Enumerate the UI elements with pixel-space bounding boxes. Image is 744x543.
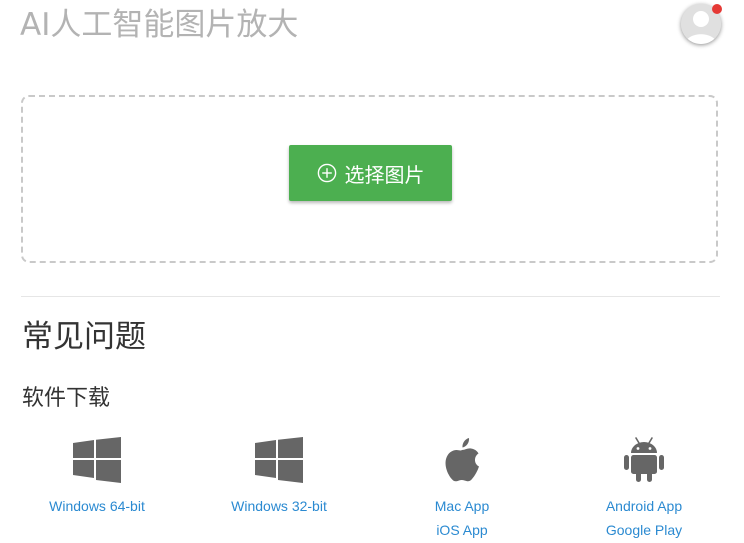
- choose-image-button[interactable]: 选择图片: [289, 145, 452, 201]
- windows-icon: [255, 434, 303, 486]
- page: AI人工智能图片放大 选择图片 常见问题 软件下载 Windows 64-bit…: [0, 0, 744, 543]
- download-link-windows-64[interactable]: Windows 64-bit: [49, 494, 145, 518]
- download-link-mac[interactable]: Mac App: [435, 494, 489, 518]
- download-link-ios[interactable]: iOS App: [436, 518, 487, 542]
- choose-image-label: 选择图片: [344, 162, 425, 187]
- plus-circle-icon: [317, 163, 336, 183]
- download-link-windows-32[interactable]: Windows 32-bit: [231, 494, 327, 518]
- download-heading: 软件下载: [22, 386, 111, 411]
- download-link-google-play[interactable]: Google Play: [606, 518, 682, 542]
- platform-windows-64: Windows 64-bit: [22, 434, 172, 518]
- apple-icon: [442, 434, 482, 486]
- platform-android: Android App Google Play: [569, 434, 719, 542]
- page-title: AI人工智能图片放大: [20, 7, 299, 43]
- download-link-android[interactable]: Android App: [606, 494, 682, 518]
- notification-dot: [712, 4, 722, 14]
- platform-windows-32: Windows 32-bit: [204, 434, 354, 518]
- faq-heading: 常见问题: [22, 319, 146, 355]
- android-icon: [623, 434, 665, 486]
- windows-icon: [73, 434, 121, 486]
- platform-apple: Mac App iOS App: [387, 434, 537, 542]
- avatar-button[interactable]: [681, 4, 723, 46]
- section-divider: [21, 296, 720, 297]
